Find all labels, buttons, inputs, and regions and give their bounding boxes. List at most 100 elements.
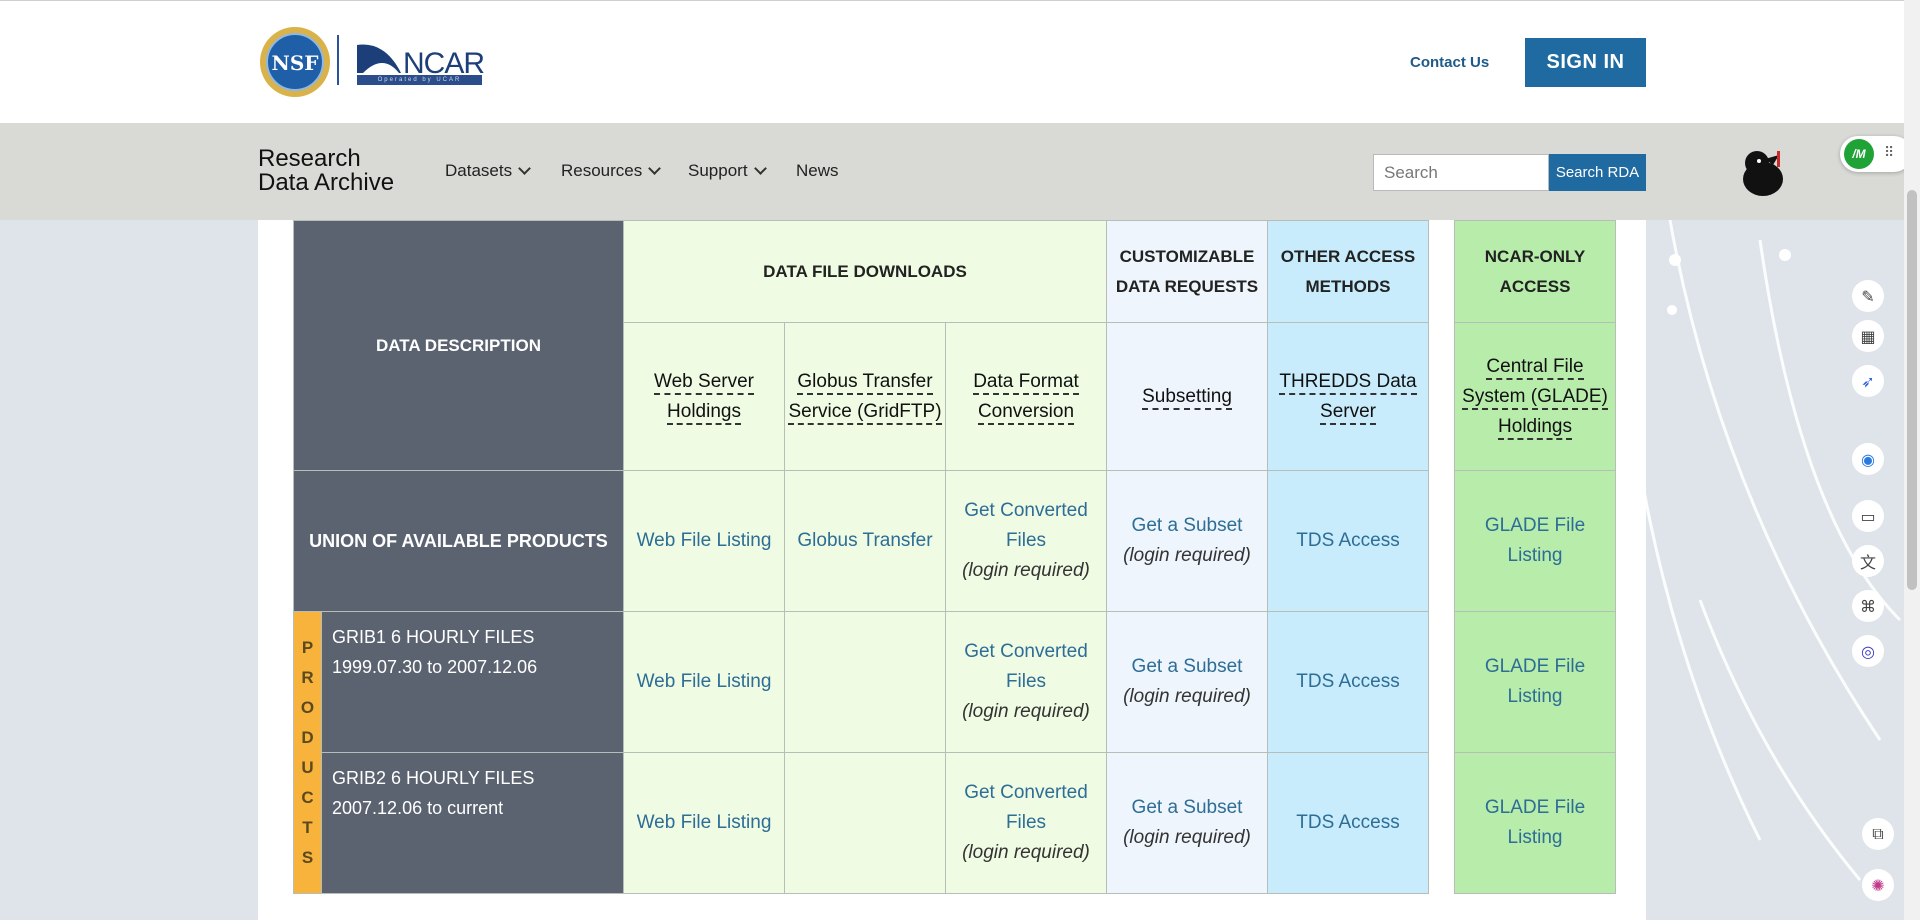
logo-divider [337, 35, 339, 85]
mascot-avatar-icon[interactable] [1735, 143, 1795, 203]
nav-label: News [796, 161, 839, 180]
login-required-note: (login required) [962, 701, 1090, 722]
products-letter: R [301, 667, 314, 687]
products-vertical-label: P R O D U C T S [293, 611, 322, 894]
customizable-requests-header: CUSTOMIZABLE DATA REQUESTS [1106, 220, 1268, 323]
sign-in-button[interactable]: SIGN IN [1525, 38, 1646, 87]
web-file-listing-link[interactable]: Web File Listing [623, 611, 785, 753]
glade-file-listing-link[interactable]: GLADE File Listing [1454, 470, 1616, 612]
robot-icon[interactable]: ◎ [1852, 635, 1884, 667]
extension-badge[interactable]: /M ⠿ [1840, 136, 1912, 172]
subset-cell: Get a Subset (login required) [1106, 611, 1268, 753]
data-format-conversion-subheader[interactable]: Data Format Conversion [945, 322, 1107, 471]
badge-avatar: /M [1844, 139, 1874, 169]
subheader-text: Central File System (GLADE) Holdings [1462, 355, 1608, 440]
nav-item-support[interactable]: Support [688, 161, 767, 181]
products-letter: D [301, 727, 314, 747]
chevron-down-icon [518, 162, 531, 175]
table-row-union: UNION OF AVAILABLE PRODUCTS Web File Lis… [293, 470, 1616, 612]
tds-access-link[interactable]: TDS Access [1267, 611, 1429, 753]
main-content: DATA DESCRIPTION DATA FILE DOWNLOADS CUS… [258, 220, 1646, 920]
nav-label: Datasets [445, 161, 513, 180]
subheader-text: Data Format Conversion [973, 370, 1079, 425]
web-file-listing-link[interactable]: Web File Listing [623, 470, 785, 612]
get-a-subset-link[interactable]: Get a Subset [1107, 793, 1267, 823]
subheader-text: THREDDS Data Server [1279, 370, 1417, 425]
login-required-note: (login required) [1123, 686, 1251, 707]
nsf-logo-text: NSF [272, 51, 319, 75]
data-access-table: DATA DESCRIPTION DATA FILE DOWNLOADS CUS… [293, 220, 1616, 894]
subset-cell: Get a Subset (login required) [1106, 752, 1268, 894]
rocket-icon[interactable]: ➶ [1852, 365, 1884, 397]
nsf-logo[interactable]: NSF [258, 25, 332, 99]
get-converted-files-link[interactable]: Get Converted Files [946, 496, 1106, 556]
table-row: P R O D U C T S GRIB1 6 HOURLY FILES 199… [293, 611, 1616, 894]
login-required-note: (login required) [962, 842, 1090, 863]
products-letter: S [301, 847, 314, 867]
login-required-note: (login required) [1123, 827, 1251, 848]
droplet-icon[interactable]: ◉ [1852, 443, 1884, 475]
thredds-subheader[interactable]: THREDDS Data Server [1267, 322, 1429, 471]
get-a-subset-link[interactable]: Get a Subset [1107, 652, 1267, 682]
search-rda-button[interactable]: Search RDA [1549, 154, 1646, 191]
subheader-text: Subsetting [1142, 385, 1232, 410]
tds-access-link[interactable]: TDS Access [1267, 470, 1429, 612]
nav-label: Support [688, 161, 748, 180]
book-icon[interactable]: ▭ [1852, 500, 1884, 532]
globus-transfer-link[interactable]: Globus Transfer [784, 470, 946, 612]
products-letter: U [301, 757, 314, 777]
brand-line-2: Data Archive [258, 169, 395, 196]
get-converted-files-link[interactable]: Get Converted Files [946, 637, 1106, 697]
products-letter: T [302, 817, 313, 837]
other-access-header: OTHER ACCESS METHODS [1267, 220, 1429, 323]
translate-icon[interactable]: 文 [1852, 545, 1884, 577]
products-letter: P [301, 637, 314, 657]
glade-file-listing-link[interactable]: GLADE File Listing [1454, 611, 1616, 753]
chevron-down-icon [648, 162, 662, 175]
data-description-header: DATA DESCRIPTION [293, 220, 624, 471]
products-letter: C [301, 787, 314, 807]
nav-item-datasets[interactable]: Datasets [445, 161, 531, 181]
ncar-only-header: NCAR-ONLY ACCESS [1454, 220, 1616, 323]
glade-holdings-subheader[interactable]: Central File System (GLADE) Holdings [1454, 322, 1616, 471]
subheader-text: Globus Transfer Service (GridFTP) [788, 370, 942, 425]
get-converted-files-link[interactable]: Get Converted Files [946, 778, 1106, 838]
brand-line-1: Research [258, 145, 361, 172]
site-header: NSF NCAR Operated by UCAR Contact Us SIG… [0, 0, 1904, 123]
chevron-down-icon [753, 162, 767, 175]
main-navbar: Research Data Archive Datasets Resources… [0, 123, 1904, 220]
product-name: GRIB1 6 HOURLY FILES 1999.07.30 to 2007.… [321, 611, 624, 753]
nav-label: Resources [561, 161, 643, 180]
nav-item-news[interactable]: News [796, 161, 839, 181]
globus-transfer-subheader[interactable]: Globus Transfer Service (GridFTP) [784, 322, 946, 471]
empty-cell [784, 752, 946, 894]
side-toolbar: ✎ ▦ ➶ ◉ ▭ 文 ⌘ ◎ [1838, 270, 1904, 670]
column-gap [1428, 220, 1455, 894]
calendar-icon[interactable]: ▦ [1852, 320, 1884, 352]
site-brand[interactable]: Research Data Archive [258, 147, 394, 195]
converted-files-cell: Get Converted Files (login required) [945, 752, 1107, 894]
web-file-listing-link[interactable]: Web File Listing [623, 752, 785, 894]
product-name: GRIB2 6 HOURLY FILES 2007.12.06 to curre… [321, 752, 624, 894]
nav-item-resources[interactable]: Resources [561, 161, 662, 181]
contact-us-link[interactable]: Contact Us [1410, 54, 1489, 71]
subset-cell: Get a Subset (login required) [1106, 470, 1268, 612]
subsetting-subheader[interactable]: Subsetting [1106, 322, 1268, 471]
screenshot-translate-icon[interactable]: ⧉ [1862, 818, 1894, 850]
drag-handle-icon[interactable]: ⠿ [1884, 145, 1894, 161]
scrollbar-thumb[interactable] [1907, 190, 1917, 590]
empty-cell [784, 611, 946, 753]
command-icon[interactable]: ⌘ [1852, 590, 1884, 622]
converted-files-cell: Get Converted Files (login required) [945, 611, 1107, 753]
search-input[interactable] [1373, 154, 1549, 191]
login-required-note: (login required) [1123, 545, 1251, 566]
tds-access-link[interactable]: TDS Access [1267, 752, 1429, 894]
products-letter: O [300, 697, 315, 717]
ncar-logo-subtitle: Operated by UCAR [357, 75, 482, 85]
web-server-holdings-subheader[interactable]: Web Server Holdings [623, 322, 785, 471]
get-a-subset-link[interactable]: Get a Subset [1107, 511, 1267, 541]
data-file-downloads-header: DATA FILE DOWNLOADS [623, 220, 1107, 323]
glade-file-listing-link[interactable]: GLADE File Listing [1454, 752, 1616, 894]
ai-assistant-icon[interactable]: ✺ [1862, 869, 1894, 901]
magic-wand-icon[interactable]: ✎ [1852, 280, 1884, 312]
